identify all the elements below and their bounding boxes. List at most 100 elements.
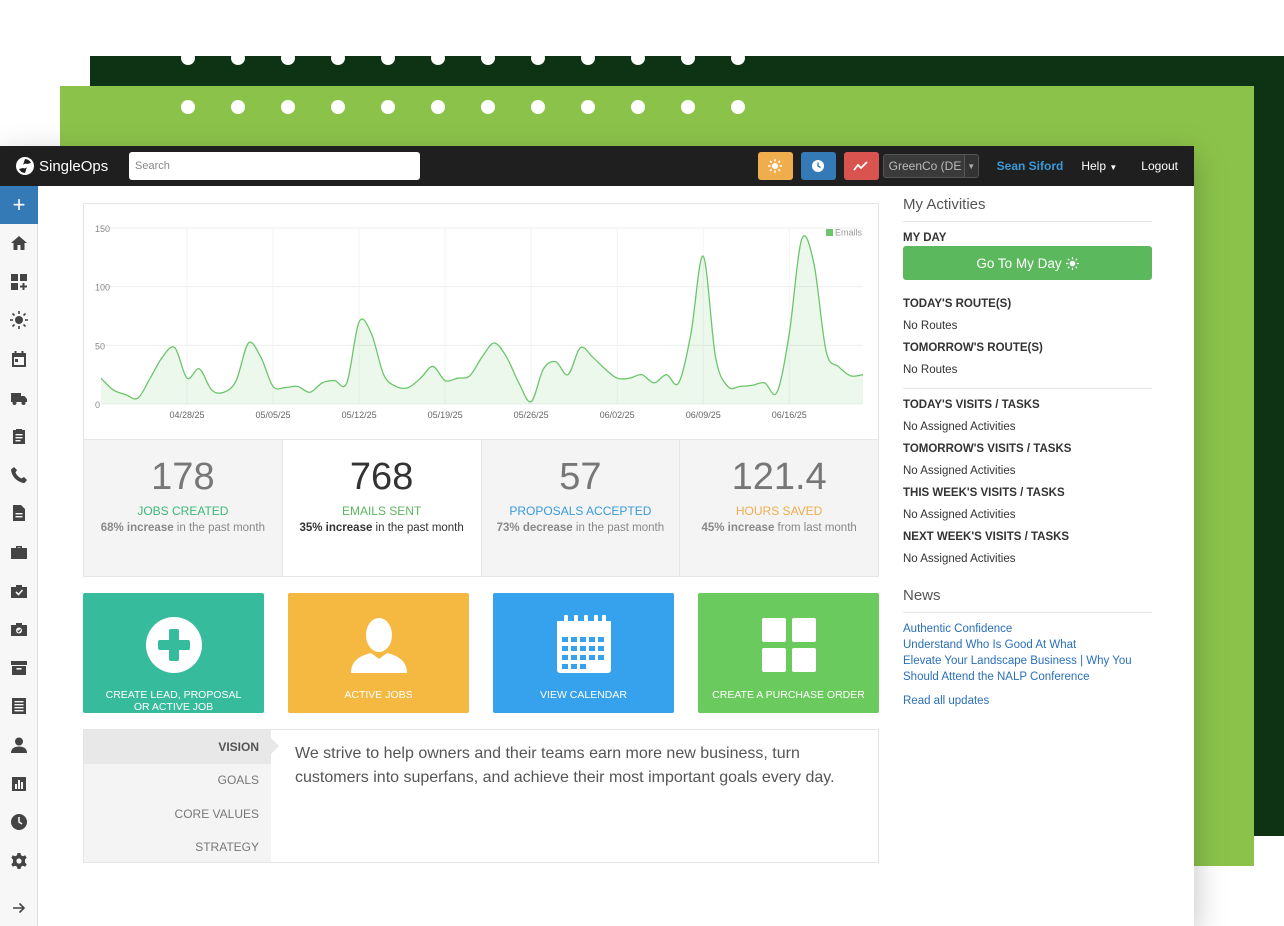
home-icon <box>11 236 27 251</box>
x-tick-label: 06/16/25 <box>772 410 807 420</box>
news-link[interactable]: Authentic Confidence <box>903 621 1152 637</box>
sidebar-item-leads[interactable] <box>0 456 38 495</box>
news-list: Authentic Confidence Understand Who Is G… <box>903 621 1152 685</box>
clipboard-icon <box>13 429 25 445</box>
view-calendar-tile[interactable]: VIEW CALENDAR <box>493 593 674 713</box>
time-clock-button[interactable] <box>800 152 836 180</box>
legend-swatch <box>826 229 833 236</box>
archive-icon <box>11 660 27 675</box>
logout-link[interactable]: Logout <box>1141 159 1178 173</box>
decorative-dots-top <box>181 51 745 65</box>
search-input[interactable] <box>129 152 420 180</box>
sidebar-item-my-day[interactable] <box>0 301 38 340</box>
stat-jobs-created[interactable]: 178 JOBS CREATED 68% increase in the pas… <box>84 440 283 576</box>
arrow-right-icon <box>13 902 26 914</box>
tile-label: CREATE A PURCHASE ORDER <box>712 689 865 701</box>
news-link[interactable]: Understand Who Is Good At What <box>903 637 1152 653</box>
decorative-dots-second <box>181 100 745 114</box>
news-title: News <box>903 587 1152 613</box>
stat-change: 35% increase in the past month <box>283 522 481 534</box>
sidebar-item-settings[interactable] <box>0 842 38 881</box>
grid-icon <box>761 618 816 672</box>
go-to-my-day-label: Go To My Day <box>976 255 1062 271</box>
next-week-visits-value: No Assigned Activities <box>903 553 1016 565</box>
logo-icon <box>16 157 34 175</box>
vision-statement: We strive to help owners and their teams… <box>295 745 835 786</box>
stat-change-period: from last month <box>774 522 857 534</box>
plus-circle-icon <box>145 617 202 673</box>
tomorrows-visits-heading: TOMORROW'S VISITS / TASKS <box>903 443 1072 455</box>
sidebar-item-clients[interactable] <box>0 726 38 765</box>
calendar-icon <box>556 615 611 673</box>
sidebar: + <box>0 186 38 926</box>
sidebar-item-inventory[interactable] <box>0 649 38 688</box>
tomorrows-routes-heading: TOMORROW'S ROUTE(S) <box>903 342 1043 354</box>
sidebar-item-home[interactable] <box>0 224 38 263</box>
stat-change: 68% increase in the past month <box>84 522 282 534</box>
chevron-down-icon: ▼ <box>963 155 978 177</box>
logo[interactable]: SingleOps <box>15 156 115 176</box>
sidebar-item-routes[interactable] <box>0 378 38 417</box>
y-tick-label: 0 <box>95 400 100 410</box>
sidebar-item-proposals[interactable] <box>0 494 38 533</box>
x-tick-label: 05/05/25 <box>256 410 291 420</box>
sidebar-item-completed-jobs[interactable] <box>0 571 38 610</box>
sidebar-item-reports[interactable] <box>0 764 38 803</box>
tab-strategy[interactable]: STRATEGY <box>84 831 271 865</box>
trends-button[interactable] <box>843 152 879 180</box>
calendar-icon <box>12 351 26 368</box>
create-purchase-order-tile[interactable]: CREATE A PURCHASE ORDER <box>698 593 879 713</box>
stat-value: 57 <box>559 456 602 498</box>
tile-label: VIEW CALENDAR <box>540 689 627 701</box>
active-jobs-tile[interactable]: ACTIVE JOBS <box>288 593 469 713</box>
quick-action-tiles: CREATE LEAD, PROPOSAL OR ACTIVE JOB ACTI… <box>83 593 879 713</box>
person-icon <box>11 737 27 754</box>
x-tick-label: 04/28/25 <box>170 410 205 420</box>
stat-change-period: in the past month <box>173 522 266 534</box>
stat-label: JOBS CREATED <box>137 504 229 518</box>
tab-core-values[interactable]: CORE VALUES <box>84 797 271 831</box>
read-all-updates-link[interactable]: Read all updates <box>903 695 1152 707</box>
stat-label: EMAILS SENT <box>341 504 422 518</box>
stat-hours-saved[interactable]: 121.4 HOURS SAVED 45% increase from last… <box>680 440 878 576</box>
sidebar-item-dashboard[interactable] <box>0 263 38 302</box>
vision-panel: VISION GOALS CORE VALUES STRATEGY We str… <box>83 729 879 863</box>
quick-add-button[interactable]: + <box>0 186 38 224</box>
company-select-value: GreenCo (DE <box>888 159 962 173</box>
go-to-my-day-button[interactable]: Go To My Day <box>903 246 1152 280</box>
user-link[interactable]: Sean Siford <box>997 159 1064 173</box>
chart-area-fill <box>101 235 863 404</box>
tab-vision[interactable]: VISION <box>84 730 279 764</box>
briefcase-icon <box>11 546 27 560</box>
tomorrows-routes-value: No Routes <box>903 364 958 376</box>
sidebar-expand-button[interactable] <box>0 890 38 926</box>
next-week-visits-heading: NEXT WEEK'S VISITS / TASKS <box>903 531 1070 543</box>
news-link[interactable]: Elevate Your Landscape Business | Why Yo… <box>903 653 1152 685</box>
list-icon <box>12 698 26 715</box>
stat-change-amount: 73% decrease <box>496 522 573 534</box>
create-lead-tile[interactable]: CREATE LEAD, PROPOSAL OR ACTIVE JOB <box>83 593 264 713</box>
x-tick-label: 05/12/25 <box>342 410 377 420</box>
sidebar-item-invoiced-jobs[interactable] <box>0 610 38 649</box>
help-label: Help <box>1081 159 1107 173</box>
sidebar-item-invoices[interactable] <box>0 687 38 726</box>
tile-label: CREATE LEAD, PROPOSAL OR ACTIVE JOB <box>105 689 242 713</box>
y-tick-label: 50 <box>95 341 105 351</box>
stat-change-amount: 35% increase <box>299 522 373 534</box>
y-tick-label: 100 <box>95 283 110 293</box>
my-day-button[interactable] <box>757 152 793 180</box>
tile-label: ACTIVE JOBS <box>344 689 413 701</box>
tab-goals[interactable]: GOALS <box>84 764 271 798</box>
stat-emails-sent[interactable]: 768 EMAILS SENT 35% increase in the past… <box>282 440 482 576</box>
sidebar-item-calendar[interactable] <box>0 340 38 379</box>
stat-proposals-accepted[interactable]: 57 PROPOSALS ACCEPTED 73% decrease in th… <box>481 440 681 576</box>
company-select[interactable]: GreenCo (DE ▼ <box>882 154 979 178</box>
phone-icon <box>11 466 27 483</box>
logo-text: SingleOps <box>39 157 109 175</box>
sidebar-item-tasks[interactable] <box>0 417 38 456</box>
sidebar-item-jobs[interactable] <box>0 533 38 572</box>
help-menu[interactable]: Help ▼ <box>1081 159 1117 173</box>
todays-visits-heading: TODAY'S VISITS / TASKS <box>903 399 1040 411</box>
activities-title: My Activities <box>903 196 1152 222</box>
sidebar-item-timesheets[interactable] <box>0 803 38 842</box>
